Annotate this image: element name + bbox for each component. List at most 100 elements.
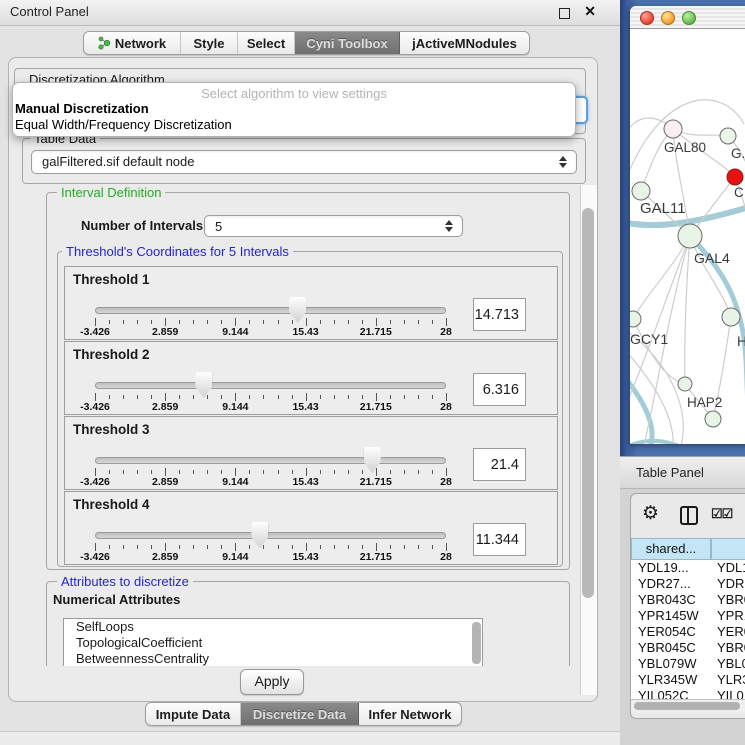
table-header-row: shared...na (631, 538, 745, 560)
tick-mark (221, 320, 222, 324)
network-node-gcy1[interactable] (630, 311, 641, 327)
network-node-gal4[interactable] (678, 224, 702, 248)
cell-shared-name: YBL079W (638, 656, 697, 672)
tick-mark (348, 320, 349, 324)
split-columns-icon[interactable] (680, 506, 698, 525)
attribute-list-item[interactable]: BetweennessCentrality (64, 651, 482, 666)
network-node[interactable] (720, 128, 736, 144)
tick-mark (446, 393, 447, 401)
column-header[interactable]: na (711, 538, 745, 560)
slider-track[interactable] (95, 457, 446, 464)
numerical-attributes-list[interactable]: SelfLoopsTopologicalCoefficientBetweenne… (63, 618, 483, 666)
tick-mark (418, 395, 419, 399)
network-node-h[interactable] (722, 308, 740, 326)
tick-mark (376, 318, 377, 326)
tick-mark (207, 545, 208, 549)
tick-mark (362, 545, 363, 549)
tick-mark (221, 470, 222, 474)
tab-network[interactable]: Network (84, 32, 181, 54)
float-window-icon[interactable] (559, 8, 570, 19)
gear-icon[interactable]: ⚙ (642, 502, 659, 525)
attribute-list-item[interactable]: SelfLoops (64, 619, 482, 635)
tick-mark (348, 545, 349, 549)
tick-mark (446, 468, 447, 476)
tick-mark (207, 470, 208, 474)
table-row[interactable]: YDR27...YDR2 (631, 576, 745, 592)
tab-label: Impute Data (156, 707, 230, 722)
top-tab-bar: Network Style Select Cyni Toolbox jActiv… (83, 31, 530, 55)
close-icon[interactable]: ✕ (584, 3, 596, 20)
tick-mark (193, 545, 194, 549)
dropdown-item-equal-width-frequency[interactable]: Equal Width/Frequency Discretization (13, 117, 575, 133)
zoom-traffic-light-icon[interactable] (682, 11, 696, 25)
network-node[interactable] (727, 169, 743, 185)
network-node[interactable] (705, 411, 721, 427)
close-traffic-light-icon[interactable] (640, 11, 654, 25)
apply-button[interactable]: Apply (240, 669, 304, 695)
dropdown-item-manual-discretization[interactable]: Manual Discretization (13, 101, 575, 117)
tab-select[interactable]: Select (238, 32, 295, 54)
tick-mark (165, 543, 166, 551)
table-hscrollbar-thumb[interactable] (634, 702, 740, 710)
tick-mark (278, 545, 279, 549)
table-row[interactable]: YBR043CYBR0 (631, 592, 745, 608)
tab-style[interactable]: Style (181, 32, 238, 54)
tick-mark (263, 545, 264, 549)
number-of-intervals-combobox[interactable]: 5 (204, 215, 463, 237)
table-data-combobox[interactable]: galFiltered.sif default node (31, 150, 577, 174)
tick-mark (151, 470, 152, 474)
dropdown-header: Select algorithm to view settings (13, 86, 575, 101)
panel-bottom-strip (0, 732, 620, 745)
combobox-value: galFiltered.sif default node (42, 154, 194, 169)
tick-mark (123, 545, 124, 549)
numerical-attributes-label: Numerical Attributes (53, 592, 180, 607)
cell-shared-name: YDL19... (638, 560, 689, 576)
table-row[interactable]: YDL19... YDL1 (631, 560, 745, 576)
tick-mark (249, 470, 250, 474)
node-label: GCY1 (630, 331, 668, 347)
network-icon (98, 36, 111, 50)
tab-infer-network[interactable]: Infer Network (359, 703, 461, 725)
threshold-panel: Threshold 3-3.4262.8599.14415.4321.71528… (64, 416, 558, 490)
tab-jactivemnodules[interactable]: jActiveMNodules (400, 32, 529, 54)
group-title: Interval Definition (57, 185, 165, 200)
tick-mark (109, 470, 110, 474)
tab-cyni-toolbox[interactable]: Cyni Toolbox (295, 32, 400, 54)
threshold-value-field[interactable]: 11.344 (473, 523, 526, 556)
combobox-value: 5 (215, 219, 222, 234)
tick-mark (235, 543, 236, 551)
table-hscrollbar-track[interactable] (631, 699, 745, 713)
slider-track[interactable] (95, 382, 446, 389)
tick-mark (193, 470, 194, 474)
slider-track[interactable] (95, 307, 446, 314)
attribute-list-item[interactable]: TopologicalCoefficient (64, 635, 482, 651)
minimize-traffic-light-icon[interactable] (661, 11, 675, 25)
tick-mark (376, 468, 377, 476)
table-row[interactable]: YBR045CYBR0 (631, 640, 745, 656)
table-row[interactable]: YPR145WYPR1 (631, 608, 745, 624)
threshold-value-field[interactable]: 14.713 (473, 298, 526, 331)
tab-impute-data[interactable]: Impute Data (146, 703, 241, 725)
table-row[interactable]: YLR345WYLR3 (631, 672, 745, 688)
settings-scrollbar-thumb[interactable] (582, 208, 594, 598)
network-node-gal11[interactable] (632, 182, 650, 200)
tick-mark (151, 545, 152, 549)
network-node-gal80[interactable] (664, 120, 682, 138)
table-row[interactable]: YBL079WYBL0 (631, 656, 745, 672)
network-canvas[interactable]: GAL80G.CGAL11GAL4GCY1HHAP2 (630, 29, 745, 444)
table-rows: YDL19... YDL1YDR27...YDR2YBR043CYBR0YPR14… (631, 560, 745, 700)
tick-mark (109, 320, 110, 324)
column-header[interactable]: shared... (631, 538, 711, 560)
table-row[interactable]: YER054CYER0 (631, 624, 745, 640)
combobox-arrows-icon (445, 220, 454, 232)
threshold-value-field[interactable]: 6.316 (473, 373, 526, 406)
threshold-value-field[interactable]: 21.4 (473, 448, 526, 481)
cell-name: YDL1 (717, 560, 745, 576)
slider-track[interactable] (95, 532, 446, 539)
tab-discretize-data[interactable]: Discretize Data (241, 703, 359, 725)
network-node-hap2[interactable] (678, 377, 692, 391)
checkboxes-icon[interactable]: ☑☑ (711, 506, 732, 522)
tick-mark (376, 543, 377, 551)
list-scrollbar-thumb[interactable] (472, 622, 481, 664)
table-panel-title: Table Panel (636, 465, 704, 480)
